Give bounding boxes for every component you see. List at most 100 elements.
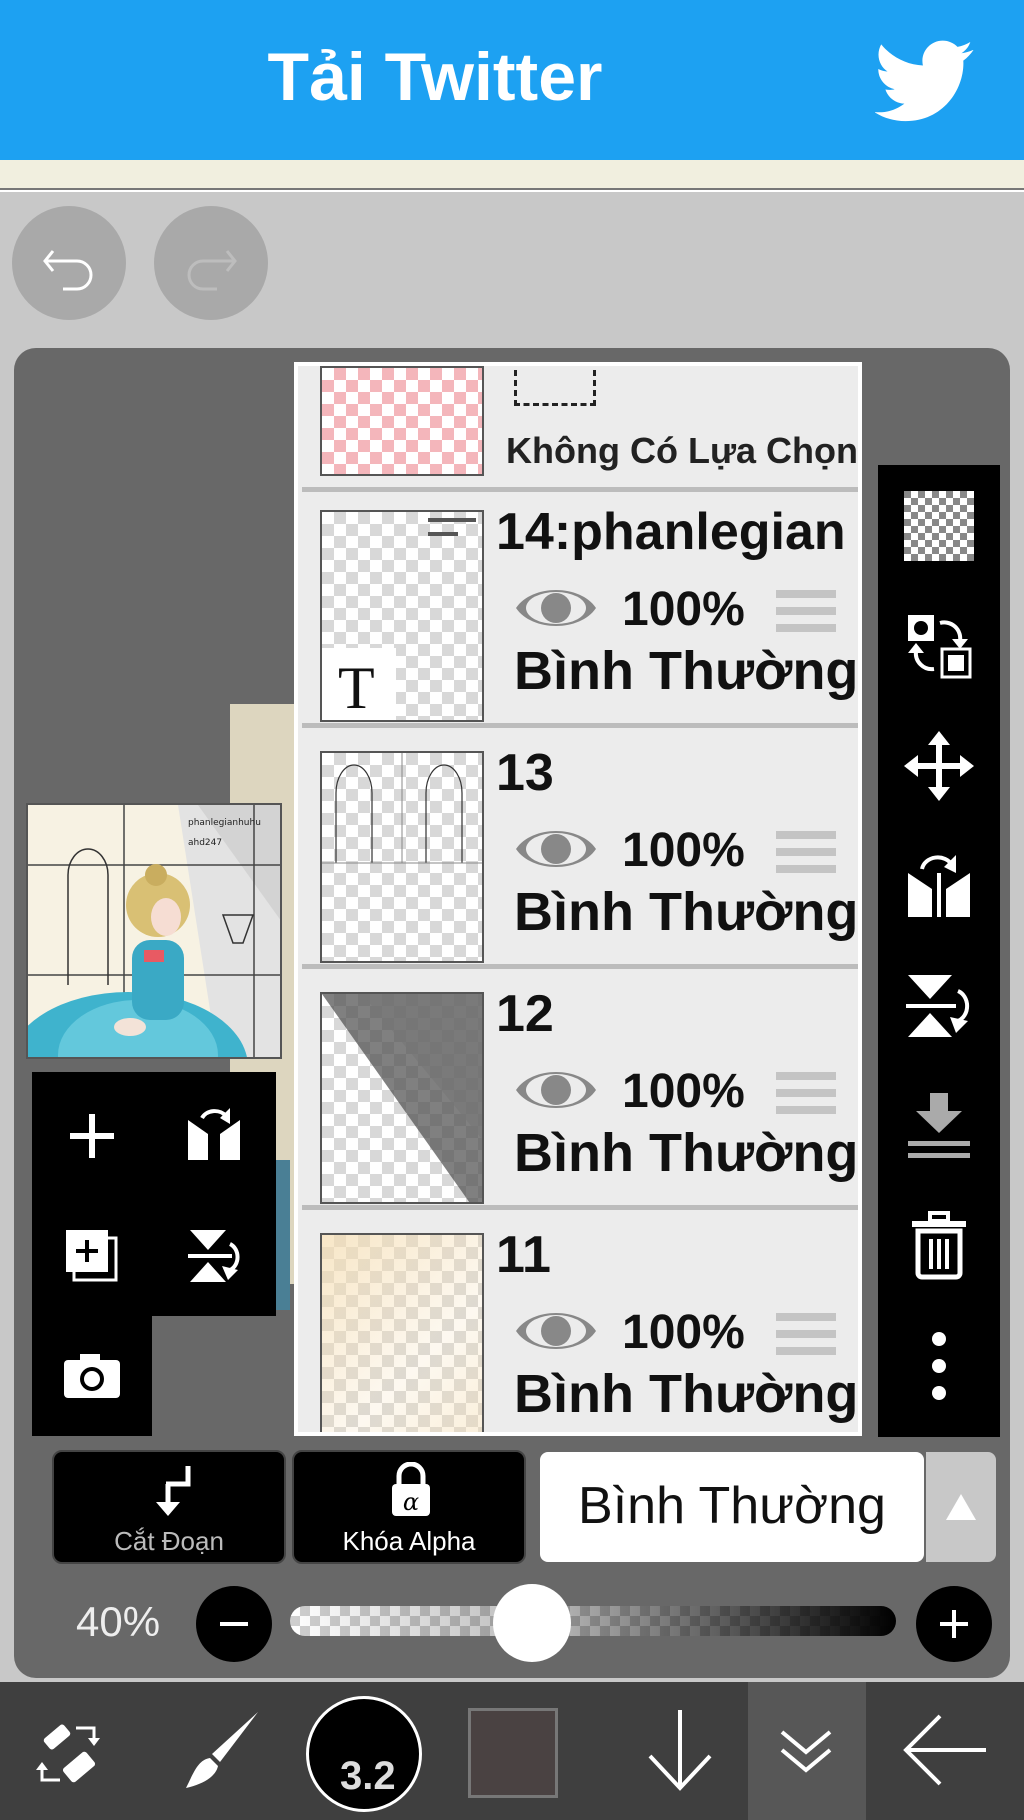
layer-name: 14:phanlegian (496, 503, 846, 561)
transparent-checker-button[interactable] (878, 465, 1000, 585)
text-layer-glyph: T (338, 655, 375, 721)
color-swatch-button[interactable] (468, 1708, 558, 1798)
selection-layer[interactable]: Không Có Lựa Chọn (302, 366, 858, 492)
layer-list[interactable]: Không Có Lựa Chọn T 14:phanlegian 100% B… (294, 362, 862, 1436)
svg-text:ahd247: ahd247 (188, 838, 222, 848)
drag-handle-icon[interactable] (776, 831, 836, 881)
duplicate-layer-button[interactable] (32, 1196, 152, 1316)
blend-mode-dropdown-button[interactable] (926, 1452, 996, 1562)
flip-horizontal-icon (188, 1108, 240, 1160)
swap-icon (908, 615, 972, 679)
layer-row[interactable]: 11 100% Bình Thường (302, 1215, 859, 1432)
more-vertical-icon (932, 1332, 946, 1400)
preview-artwork: phanlegianhuhu ahd247 (28, 805, 280, 1057)
swap-button[interactable] (878, 585, 1000, 705)
clipping-button[interactable]: Cắt Đoạn (52, 1450, 286, 1564)
layer-thumbnail-art (322, 994, 482, 1202)
layer-thumbnail-art (322, 753, 482, 864)
thumbnail-text-mark (428, 518, 476, 522)
flip-vertical-icon (188, 1230, 240, 1282)
layer-row[interactable]: T 14:phanlegian 100% Bình Thường (302, 492, 858, 728)
svg-text:α: α (403, 1488, 419, 1516)
selection-label: Không Có Lựa Chọn (506, 430, 859, 471)
text-layer-badge: T (322, 648, 396, 721)
layer-thumbnail[interactable] (320, 1233, 484, 1432)
merge-down-button[interactable] (878, 1065, 1000, 1185)
flip-layer-horizontal-icon (908, 855, 970, 917)
trash-icon (912, 1211, 966, 1280)
transform-tool-button[interactable] (0, 1682, 140, 1820)
layer-opacity: 100% (622, 1065, 745, 1118)
double-chevron-down-icon (780, 1730, 832, 1773)
camera-button[interactable] (32, 1316, 152, 1436)
layer-actions-column (878, 465, 1000, 1437)
minus-icon (220, 1622, 248, 1626)
alpha-lock-icon: α (392, 1462, 430, 1516)
clipping-arrow-icon (156, 1466, 191, 1516)
blend-mode-value: Bình Thường (578, 1477, 886, 1535)
merge-down-icon (908, 1093, 970, 1158)
brush-tool-button[interactable] (152, 1682, 292, 1820)
add-layer-icon (70, 1114, 114, 1158)
layer-name: 12 (496, 985, 554, 1043)
layer-row[interactable]: 12 100% Bình Thường (302, 974, 858, 1210)
opacity-increase-button[interactable] (916, 1586, 992, 1662)
layer-thumbnail[interactable]: T (320, 510, 484, 722)
flip-horizontal-button[interactable] (154, 1076, 274, 1196)
banner-divider (0, 160, 1024, 190)
brush-icon (186, 1712, 258, 1788)
move-icon (904, 731, 974, 801)
opacity-slider-track[interactable] (290, 1606, 896, 1636)
layer-down-button[interactable] (610, 1682, 750, 1820)
selection-marquee-icon (514, 370, 596, 406)
thumbnail-text-mark (428, 532, 458, 536)
layer-blend-mode: Bình Thường (514, 1364, 859, 1424)
layer-name: 13 (496, 744, 554, 802)
twitter-download-banner[interactable]: Tải Twitter (0, 0, 1024, 160)
eye-icon[interactable] (514, 1062, 598, 1118)
arrow-down-icon (648, 1710, 712, 1791)
duplicate-layer-icon (66, 1230, 118, 1282)
flip-layer-horizontal-button[interactable] (878, 825, 1000, 945)
opacity-value: 40% (76, 1598, 161, 1645)
more-options-button[interactable] (878, 1305, 1000, 1425)
back-arrow-icon (903, 1714, 986, 1786)
blend-mode-select[interactable]: Bình Thường (540, 1452, 924, 1562)
undo-button[interactable] (12, 206, 126, 320)
flip-layer-vertical-icon (906, 975, 970, 1037)
flip-layer-vertical-button[interactable] (878, 945, 1000, 1065)
opacity-slider-thumb[interactable] (493, 1584, 572, 1662)
undo-icon (43, 250, 93, 291)
svg-text:phanlegianhuhu: phanlegianhuhu (188, 818, 261, 828)
collapse-panel-button[interactable] (748, 1682, 866, 1820)
opacity-decrease-button[interactable] (196, 1586, 272, 1662)
plus-icon (940, 1610, 968, 1638)
layer-opacity: 100% (622, 824, 745, 877)
brush-size-value: 3.2 (340, 1754, 396, 1798)
clipping-label: Cắt Đoạn (114, 1526, 224, 1556)
move-button[interactable] (878, 705, 1000, 825)
canvas-preview[interactable]: phanlegianhuhu ahd247 (26, 803, 282, 1059)
alpha-lock-button[interactable]: α Khóa Alpha (292, 1450, 526, 1564)
selection-thumbnail (320, 366, 484, 476)
eye-icon[interactable] (514, 1303, 598, 1359)
drag-handle-icon[interactable] (776, 590, 836, 640)
delete-layer-button[interactable] (878, 1185, 1000, 1305)
redo-button[interactable] (154, 206, 268, 320)
layer-thumbnail[interactable] (320, 751, 484, 963)
twitter-bird-icon (875, 40, 974, 122)
app-screen: Tải Twitter phanlegianhuhu ahd247 Không … (0, 0, 1024, 1820)
alpha-lock-label: Khóa Alpha (342, 1526, 476, 1556)
eye-icon[interactable] (514, 580, 598, 636)
back-button[interactable] (880, 1682, 1020, 1820)
layer-thumbnail[interactable] (320, 992, 484, 1204)
drag-handle-icon[interactable] (776, 1313, 836, 1363)
redo-icon (187, 250, 237, 291)
layer-row[interactable]: 13 100% Bình Thường (302, 733, 858, 969)
add-layer-button[interactable] (32, 1076, 152, 1196)
eye-icon[interactable] (514, 821, 598, 877)
drag-handle-icon[interactable] (776, 1072, 836, 1122)
transparent-checker-icon (904, 491, 974, 561)
flip-vertical-button[interactable] (154, 1196, 274, 1316)
triangle-up-icon (946, 1494, 976, 1520)
